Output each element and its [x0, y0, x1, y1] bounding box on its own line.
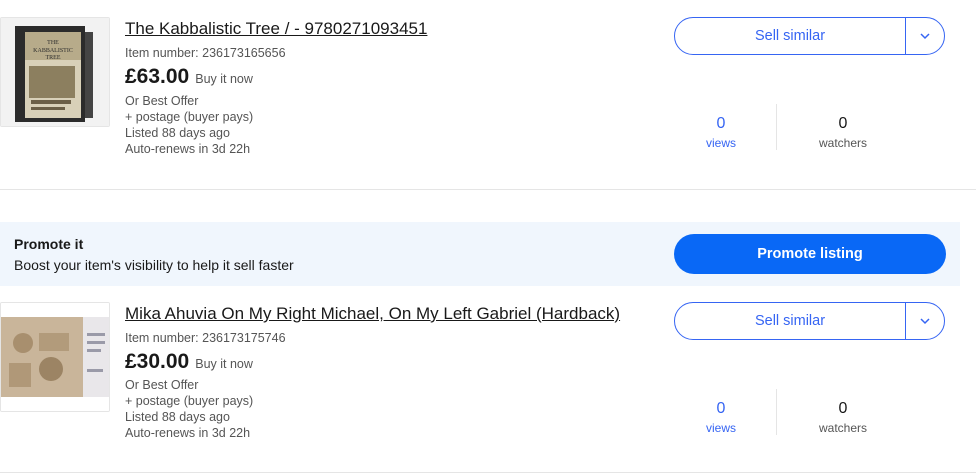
views-stat[interactable]: 0 views: [676, 399, 766, 436]
chevron-down-icon: [920, 33, 930, 40]
listed-date: Listed 88 days ago: [125, 410, 230, 424]
listed-date: Listed 88 days ago: [125, 126, 230, 140]
divider: [0, 189, 976, 190]
renews: Auto-renews in 3d 22h: [125, 142, 251, 156]
promote-listing-button[interactable]: Promote listing: [674, 234, 946, 274]
svg-text:KABBALISTIC: KABBALISTIC: [33, 48, 73, 54]
price: £63.00: [125, 65, 190, 88]
item-number: Item number: 236173175746: [125, 331, 286, 345]
stats-divider: [776, 104, 777, 150]
views-count[interactable]: 0: [676, 114, 766, 134]
views-label[interactable]: views: [676, 420, 766, 436]
price: £30.00: [125, 350, 190, 373]
watchers-label: watchers: [818, 421, 868, 435]
best-offer: Or Best Offer: [125, 378, 199, 392]
promo-subtitle: Boost your item's visibility to help it …: [14, 257, 294, 273]
best-offer: Or Best Offer: [125, 94, 199, 108]
listing-title-link[interactable]: Mika Ahuvia On My Right Michael, On My L…: [125, 304, 620, 324]
stats-divider: [776, 389, 777, 435]
divider: [0, 472, 976, 473]
watchers-stat: 0 watchers: [798, 399, 888, 436]
sell-similar-button[interactable]: Sell similar: [675, 18, 905, 54]
price-row: £63.00 Buy it now: [125, 65, 253, 89]
promote-banner: Promote it Boost your item's visibility …: [0, 222, 960, 286]
chevron-down-icon: [920, 318, 930, 325]
listing-stats: 0 views 0 watchers: [676, 389, 936, 445]
listing-stats: 0 views 0 watchers: [676, 104, 936, 160]
renews: Auto-renews in 3d 22h: [125, 426, 251, 440]
sell-similar-split-button: Sell similar: [674, 17, 945, 55]
postage: + postage (buyer pays): [125, 394, 254, 408]
sell-similar-menu-button[interactable]: [905, 18, 944, 54]
item-number: Item number: 236173165656: [125, 46, 286, 60]
promo-title: Promote it: [14, 236, 84, 252]
format-label: Buy it now: [195, 72, 253, 86]
sell-similar-menu-button[interactable]: [905, 303, 944, 339]
listing-title-link[interactable]: The Kabbalistic Tree / - 9780271093451: [125, 19, 427, 39]
item-thumbnail[interactable]: THE KABBALISTIC TREE: [0, 17, 110, 127]
svg-text:THE: THE: [47, 40, 59, 46]
views-label[interactable]: views: [676, 135, 766, 151]
format-label: Buy it now: [195, 357, 253, 371]
watchers-stat: 0 watchers: [798, 114, 888, 151]
views-count[interactable]: 0: [676, 399, 766, 419]
watchers-count: 0: [838, 400, 848, 417]
sell-similar-button[interactable]: Sell similar: [675, 303, 905, 339]
views-stat[interactable]: 0 views: [676, 114, 766, 151]
svg-text:TREE: TREE: [46, 55, 61, 61]
item-thumbnail[interactable]: [0, 302, 110, 412]
watchers-count: 0: [838, 115, 848, 132]
price-row: £30.00 Buy it now: [125, 350, 253, 374]
watchers-label: watchers: [818, 136, 868, 150]
sell-similar-split-button: Sell similar: [674, 302, 945, 340]
postage: + postage (buyer pays): [125, 110, 254, 124]
